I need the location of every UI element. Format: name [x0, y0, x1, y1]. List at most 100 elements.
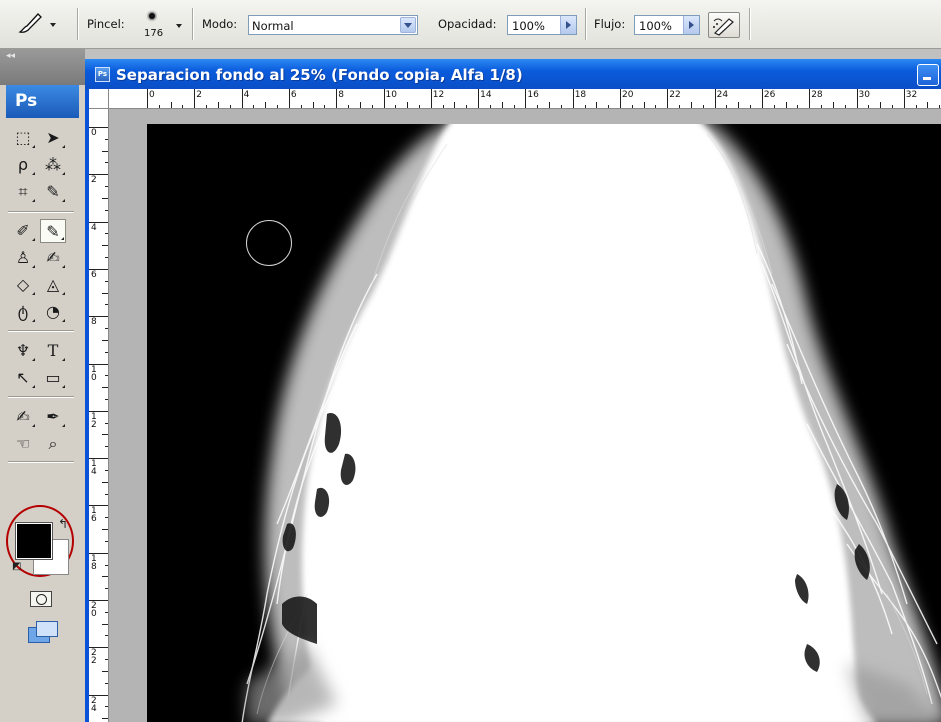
- ruler-label: 8: [91, 317, 97, 328]
- ruler-tick: [241, 89, 243, 108]
- toolbox-grip[interactable]: ◂◂: [0, 49, 85, 85]
- brush-tip-icon: [149, 13, 155, 19]
- ruler-minor-tick: [229, 105, 231, 108]
- eraser-tool-icon[interactable]: ◇: [10, 273, 36, 297]
- ruler-minor-tick: [891, 105, 893, 108]
- swap-colors-icon[interactable]: ↰: [58, 517, 68, 531]
- ruler-minor-tick: [102, 292, 108, 294]
- ruler-tick: [383, 89, 385, 108]
- flow-slider-arrow-icon[interactable]: [683, 16, 699, 34]
- ruler-tick: [478, 89, 480, 108]
- blur-tool-icon[interactable]: ტ: [10, 300, 36, 324]
- ruler-label: 0: [91, 128, 97, 138]
- move-tool-icon[interactable]: ➤: [40, 126, 66, 150]
- ruler-tick: [430, 89, 432, 108]
- ruler-label: 14: [91, 459, 97, 478]
- healing-brush-tool-icon[interactable]: ✐: [10, 219, 36, 243]
- ruler-label: 20: [91, 601, 97, 619]
- ruler-tick: [572, 89, 574, 108]
- ruler-label: 8: [338, 90, 344, 100]
- ruler-minor-tick: [102, 623, 108, 625]
- path-selection-tool-icon[interactable]: ↖: [10, 366, 36, 390]
- current-tool-brush-icon[interactable]: [16, 10, 60, 38]
- ruler-tick: [714, 89, 716, 108]
- type-tool-icon[interactable]: T: [40, 339, 66, 363]
- opacity-slider-arrow-icon[interactable]: [560, 16, 576, 34]
- rectangle-tool-icon[interactable]: ▭: [40, 366, 66, 390]
- default-colors-icon[interactable]: ◩: [12, 561, 21, 572]
- opacity-field[interactable]: 100%: [507, 15, 577, 35]
- zoom-tool-icon[interactable]: ⌕: [40, 432, 66, 456]
- brush-preset-picker[interactable]: 176: [142, 11, 164, 41]
- ruler-label: 6: [91, 269, 97, 280]
- ruler-minor-tick: [105, 706, 108, 708]
- horizontal-ruler[interactable]: 0 2 4 6 8 10 12 14 16 18 20 22 24 26 28 30 32: [89, 89, 941, 109]
- ruler-minor-tick: [939, 105, 941, 108]
- ruler-minor-tick: [158, 105, 160, 108]
- ruler-minor-tick: [105, 540, 108, 542]
- hand-tool-icon[interactable]: ☜: [10, 432, 36, 456]
- slice-tool-icon[interactable]: ✎: [40, 180, 66, 204]
- clone-stamp-tool-icon[interactable]: ♙: [10, 246, 36, 270]
- ruler-minor-tick: [102, 529, 108, 531]
- ruler-minor-tick: [596, 102, 598, 108]
- ruler-minor-tick: [105, 233, 108, 235]
- ruler-origin[interactable]: [89, 89, 109, 109]
- chevron-down-icon[interactable]: [400, 17, 416, 33]
- airbrush-toggle-button[interactable]: [708, 12, 740, 38]
- photoshop-logo[interactable]: Ps: [6, 85, 79, 118]
- opacity-value: 100%: [512, 19, 545, 33]
- ruler-tick: [667, 89, 669, 108]
- ruler-minor-tick: [105, 446, 108, 448]
- ruler-label: 12: [91, 411, 97, 430]
- ruler-minor-tick: [105, 375, 108, 377]
- ruler-label: 20: [622, 90, 634, 100]
- notes-tool-icon[interactable]: ✍: [10, 405, 36, 429]
- vertical-ruler[interactable]: 0 2 4 6 8 10 12 14 16 18 20 22 24: [89, 109, 109, 722]
- ruler-tick: [809, 89, 811, 108]
- ruler-label: 12: [432, 90, 445, 100]
- marquee-tool-icon[interactable]: ⬚: [10, 126, 36, 150]
- ruler-label: 22: [91, 648, 97, 667]
- ruler-minor-tick: [105, 304, 108, 306]
- document-window: Ps Separacion fondo al 25% (Fondo copia,…: [85, 59, 941, 722]
- ruler-minor-tick: [726, 105, 728, 108]
- document-ps-icon: Ps: [95, 67, 110, 82]
- foreground-color-swatch[interactable]: [15, 522, 53, 560]
- quick-mask-icon[interactable]: [30, 591, 52, 607]
- ruler-label: 2: [91, 175, 97, 186]
- ruler-minor-tick: [832, 102, 834, 108]
- flow-field[interactable]: 100%: [634, 15, 700, 35]
- ruler-minor-tick: [773, 105, 775, 108]
- brush-dropdown-arrow-icon[interactable]: [176, 24, 182, 28]
- paint-bucket-tool-icon[interactable]: ◬: [40, 273, 66, 297]
- ruler-minor-tick: [102, 718, 108, 720]
- dodge-tool-icon[interactable]: ◔: [40, 300, 66, 324]
- ruler-minor-tick: [454, 102, 456, 108]
- document-titlebar[interactable]: Ps Separacion fondo al 25% (Fondo copia,…: [85, 59, 941, 89]
- ruler-minor-tick: [105, 162, 108, 164]
- history-brush-tool-icon[interactable]: ✍: [40, 246, 66, 270]
- minimize-button[interactable]: [917, 64, 939, 86]
- ruler-minor-tick: [821, 105, 823, 108]
- crop-tool-icon[interactable]: ⌗: [10, 180, 36, 204]
- lasso-tool-icon[interactable]: ρ: [10, 153, 36, 177]
- mode-select[interactable]: Normal: [248, 15, 418, 35]
- ruler-minor-tick: [489, 105, 491, 108]
- collapse-icon[interactable]: ◂◂: [6, 51, 15, 61]
- magic-wand-tool-icon[interactable]: ⁂: [40, 153, 66, 177]
- ruler-label: 6: [290, 90, 297, 100]
- screen-mode-icon[interactable]: [28, 621, 58, 645]
- eyedropper-tool-icon[interactable]: ✒: [40, 405, 66, 429]
- brush-tool-icon[interactable]: ✎: [40, 219, 66, 243]
- ruler-minor-tick: [105, 611, 108, 613]
- ruler-minor-tick: [105, 257, 108, 259]
- ruler-minor-tick: [702, 105, 704, 108]
- ruler-minor-tick: [105, 564, 108, 566]
- pen-tool-icon[interactable]: ♆: [10, 339, 36, 363]
- image-canvas[interactable]: [147, 124, 941, 722]
- ruler-minor-tick: [915, 105, 917, 108]
- ruler-minor-tick: [371, 105, 373, 108]
- ruler-minor-tick: [549, 102, 551, 108]
- ruler-minor-tick: [105, 469, 108, 471]
